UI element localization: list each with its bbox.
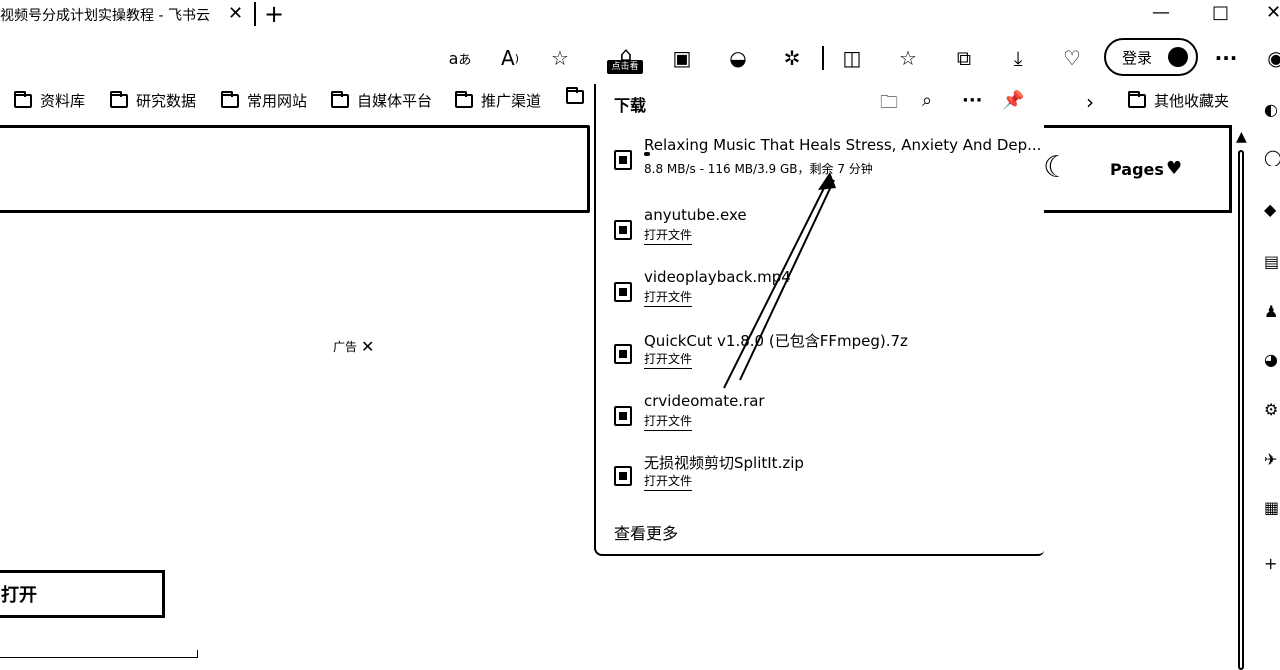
tab-divider — [254, 2, 256, 26]
health-icon[interactable]: ♡ — [1058, 44, 1086, 72]
sidebar-search-icon[interactable]: ◐ — [1264, 100, 1280, 118]
tab-title: 视频号分成计划实操教程 - 飞书云 — [0, 8, 210, 24]
search-icon[interactable]: ⌕ — [922, 90, 932, 111]
translate-icon[interactable]: aあ — [446, 44, 474, 72]
open-folder-icon[interactable]: 🗀 — [880, 90, 898, 120]
sidebar-office-icon[interactable]: ⚙ — [1264, 400, 1280, 418]
read-aloud-icon[interactable]: A) — [496, 44, 524, 72]
see-more-link[interactable]: 查看更多 — [614, 520, 678, 544]
new-tab-button[interactable]: + — [264, 0, 284, 28]
close-window-button[interactable]: ✕ — [1266, 2, 1280, 24]
bookmark-folder[interactable]: 资料库 — [14, 90, 85, 111]
file-icon — [614, 220, 632, 240]
page-divider — [0, 650, 198, 658]
bookmark-folder[interactable]: 推广渠道 — [455, 90, 541, 111]
bookmark-folder[interactable]: 常用网站 — [221, 90, 307, 111]
file-icon — [614, 466, 632, 486]
download-item[interactable]: videoplayback.mp4 打开文件 — [610, 268, 1030, 324]
favorites-icon[interactable]: ☆ — [894, 44, 922, 72]
more-options-icon[interactable]: ··· — [962, 90, 983, 111]
toolbar-divider — [822, 46, 824, 70]
open-file-link[interactable]: 打开文件 — [644, 226, 693, 245]
login-label: 登录 — [1122, 48, 1153, 67]
ad-label: 广告 ✕ — [333, 337, 375, 356]
favorite-star-icon[interactable]: ☆ — [546, 44, 574, 72]
ad-close-icon[interactable]: ✕ — [361, 337, 374, 356]
sidebar-shopping-icon[interactable]: ▤ — [1264, 252, 1280, 270]
copilot-icon[interactable]: ◒ — [724, 44, 752, 72]
file-icon — [614, 150, 632, 170]
open-file-link[interactable]: 打开文件 — [644, 412, 693, 431]
bookmark-folder[interactable]: 研究数据 — [110, 90, 196, 111]
file-name: Relaxing Music That Heals Stress, Anxiet… — [644, 136, 1042, 154]
downloads-panel: 下载 🗀 ⌕ ··· 📌 Relaxing Music That Heals S… — [594, 84, 1044, 556]
other-bookmarks-folder[interactable]: 其他收藏夹 — [1128, 90, 1229, 111]
login-button[interactable]: 登录 — [1104, 38, 1198, 76]
page-header-box — [0, 125, 590, 213]
download-status: 8.8 MB/s - 116 MB/3.9 GB，剩余 7 分钟 — [644, 162, 873, 176]
sidebar-apps-icon[interactable]: ▦ — [1264, 498, 1280, 516]
maximize-button[interactable]: □ — [1212, 2, 1229, 24]
downloads-title: 下载 — [614, 96, 647, 115]
bookmarks-overflow-icon[interactable]: › — [1086, 90, 1094, 114]
copilot-sidebar-icon[interactable]: ◉ — [1262, 44, 1280, 72]
scrollbar[interactable] — [1238, 150, 1244, 670]
download-item[interactable]: crvideomate.rar 打开文件 — [610, 392, 1030, 448]
open-file-link[interactable]: 打开文件 — [644, 288, 693, 307]
open-button[interactable]: 打开 — [0, 570, 165, 618]
download-item[interactable]: 无损视频剪切SplitIt.zip 打开文件 — [610, 452, 1030, 508]
downloads-icon[interactable]: ⤓ — [1004, 44, 1032, 72]
download-item[interactable]: anyutube.exe 打开文件 — [610, 206, 1030, 262]
pin-icon[interactable]: 📌 — [1002, 90, 1024, 111]
bookmark-folder[interactable] — [566, 87, 592, 104]
file-icon — [614, 282, 632, 302]
sidebar-games-icon[interactable]: ◕ — [1264, 350, 1280, 368]
open-file-link[interactable]: 打开文件 — [644, 472, 693, 491]
browser-tab[interactable]: 视频号分成计划实操教程 - 飞书云 ✕ — [0, 0, 252, 30]
tab-actions-icon[interactable]: ⧉ — [950, 44, 978, 72]
file-icon — [614, 344, 632, 364]
file-name: QuickCut v1.8.0 (已包含FFmpeg).7z — [644, 332, 908, 350]
download-item[interactable]: Relaxing Music That Heals Stress, Anxiet… — [610, 136, 1041, 192]
folder-icon — [110, 90, 128, 108]
file-name: anyutube.exe — [644, 206, 747, 224]
avatar-icon — [1168, 47, 1188, 67]
tab-close-icon[interactable]: ✕ — [228, 4, 243, 24]
puzzle-icon[interactable]: ✲ — [778, 44, 806, 72]
minimize-button[interactable]: — — [1152, 2, 1170, 24]
folder-icon — [14, 90, 32, 108]
collections-icon[interactable]: ▣ — [668, 44, 696, 72]
file-icon — [614, 406, 632, 426]
sidebar-send-icon[interactable]: ✈ — [1264, 450, 1280, 468]
download-progress-bar — [644, 152, 650, 156]
download-item[interactable]: QuickCut v1.8.0 (已包含FFmpeg).7z 打开文件 — [610, 330, 1030, 386]
file-name: videoplayback.mp4 — [644, 268, 791, 286]
sidebar-tools-icon[interactable]: ◆ — [1264, 200, 1280, 218]
folder-icon — [566, 87, 584, 104]
folder-icon — [455, 90, 473, 108]
open-file-link[interactable]: 打开文件 — [644, 350, 693, 369]
extension-badge: 点击看 — [607, 60, 643, 74]
bookmark-folder[interactable]: 自媒体平台 — [331, 90, 432, 111]
pages-label[interactable]: Pages — [1110, 160, 1164, 179]
heart-icon: ♥ — [1166, 158, 1183, 179]
sidebar-add-icon[interactable]: + — [1264, 554, 1280, 572]
file-name: crvideomate.rar — [644, 392, 765, 410]
bookmarks-bar: 资料库 研究数据 常用网站 自媒体平台 推广渠道 — [0, 86, 590, 116]
file-name: 无损视频剪切SplitIt.zip — [644, 454, 804, 472]
sidebar-discover-icon[interactable]: ◯ — [1264, 148, 1280, 166]
scroll-up-icon[interactable]: ▲ — [1236, 130, 1247, 144]
sidebar-person-icon[interactable]: ♟ — [1264, 302, 1280, 320]
folder-icon — [221, 90, 239, 108]
more-menu-icon[interactable]: ··· — [1212, 44, 1240, 72]
folder-icon — [1128, 90, 1146, 108]
folder-icon — [331, 90, 349, 108]
moon-icon[interactable]: ☾ — [1043, 153, 1070, 183]
split-screen-icon[interactable]: ◫ — [838, 44, 866, 72]
